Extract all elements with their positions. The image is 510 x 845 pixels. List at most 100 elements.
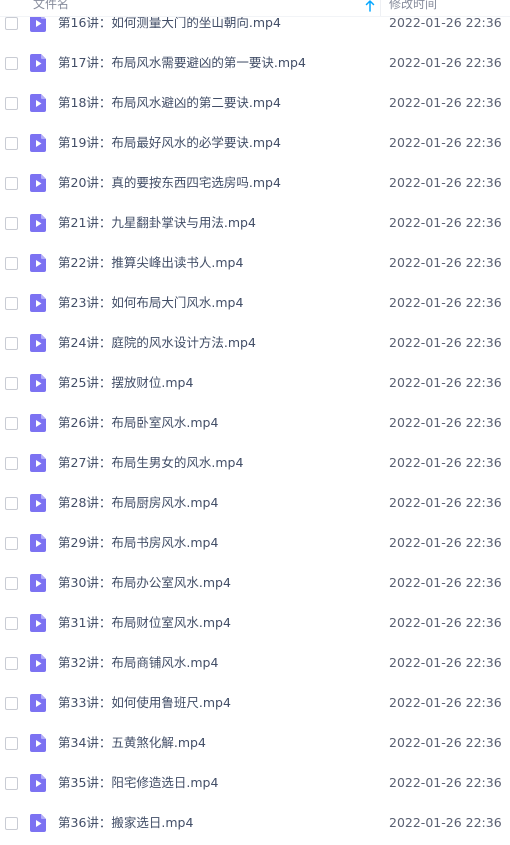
file-name[interactable]: 第33讲：如何使用鲁班尺.mp4	[58, 695, 231, 711]
file-name[interactable]: 第19讲：布局最好风水的必学要诀.mp4	[58, 135, 281, 151]
file-modified-time: 2022-01-26 22:36	[389, 535, 502, 550]
file-name[interactable]: 第20讲：真的要按东西四宅选房吗.mp4	[58, 175, 281, 191]
video-file-icon	[30, 774, 46, 792]
file-name[interactable]: 第32讲：布局商铺风水.mp4	[58, 655, 218, 671]
file-list-header: 文件名 修改时间	[0, 0, 510, 17]
file-modified-time: 2022-01-26 22:36	[389, 95, 502, 110]
file-modified-time: 2022-01-26 22:36	[389, 215, 502, 230]
file-modified-time: 2022-01-26 22:36	[389, 15, 502, 30]
row-checkbox[interactable]	[5, 537, 18, 550]
video-file-icon	[30, 134, 46, 152]
video-file-icon	[30, 54, 46, 72]
file-modified-time: 2022-01-26 22:36	[389, 455, 502, 470]
file-name[interactable]: 第21讲：九星翻卦掌诀与用法.mp4	[58, 215, 256, 231]
file-row[interactable]: 第17讲：布局风水需要避凶的第一要诀.mp4 2022-01-26 22:36	[0, 44, 510, 84]
file-row[interactable]: 第29讲：布局书房风水.mp4 2022-01-26 22:36	[0, 524, 510, 564]
video-file-icon	[30, 214, 46, 232]
column-divider[interactable]	[380, 0, 381, 16]
file-row[interactable]: 第24讲：庭院的风水设计方法.mp4 2022-01-26 22:36	[0, 324, 510, 364]
video-file-icon	[30, 94, 46, 112]
file-row[interactable]: 第31讲：布局财位室风水.mp4 2022-01-26 22:36	[0, 604, 510, 644]
file-row[interactable]: 第26讲：布局卧室风水.mp4 2022-01-26 22:36	[0, 404, 510, 444]
column-header-modified-time[interactable]: 修改时间	[389, 0, 437, 12]
row-checkbox[interactable]	[5, 57, 18, 70]
file-row[interactable]: 第34讲：五黄煞化解.mp4 2022-01-26 22:36	[0, 724, 510, 764]
file-row[interactable]: 第35讲：阳宅修造选日.mp4 2022-01-26 22:36	[0, 764, 510, 804]
file-modified-time: 2022-01-26 22:36	[389, 175, 502, 190]
file-modified-time: 2022-01-26 22:36	[389, 615, 502, 630]
file-modified-time: 2022-01-26 22:36	[389, 655, 502, 670]
column-header-name[interactable]: 文件名	[33, 0, 69, 12]
row-checkbox[interactable]	[5, 297, 18, 310]
row-checkbox[interactable]	[5, 257, 18, 270]
file-modified-time: 2022-01-26 22:36	[389, 135, 502, 150]
row-checkbox[interactable]	[5, 177, 18, 190]
row-checkbox[interactable]	[5, 577, 18, 590]
video-file-icon	[30, 494, 46, 512]
row-checkbox[interactable]	[5, 377, 18, 390]
file-modified-time: 2022-01-26 22:36	[389, 295, 502, 310]
file-modified-time: 2022-01-26 22:36	[389, 775, 502, 790]
file-row[interactable]: 第33讲：如何使用鲁班尺.mp4 2022-01-26 22:36	[0, 684, 510, 724]
video-file-icon	[30, 334, 46, 352]
row-checkbox[interactable]	[5, 17, 18, 30]
file-name[interactable]: 第26讲：布局卧室风水.mp4	[58, 415, 218, 431]
video-file-icon	[30, 654, 46, 672]
file-row[interactable]: 第32讲：布局商铺风水.mp4 2022-01-26 22:36	[0, 644, 510, 684]
row-checkbox[interactable]	[5, 697, 18, 710]
file-name[interactable]: 第22讲：推算尖峰出读书人.mp4	[58, 255, 243, 271]
file-row[interactable]: 第21讲：九星翻卦掌诀与用法.mp4 2022-01-26 22:36	[0, 204, 510, 244]
file-row[interactable]: 第22讲：推算尖峰出读书人.mp4 2022-01-26 22:36	[0, 244, 510, 284]
arrow-up-icon[interactable]	[365, 0, 375, 12]
file-name[interactable]: 第31讲：布局财位室风水.mp4	[58, 615, 231, 631]
file-name[interactable]: 第29讲：布局书房风水.mp4	[58, 535, 218, 551]
row-checkbox[interactable]	[5, 337, 18, 350]
file-name[interactable]: 第23讲：如何布局大门风水.mp4	[58, 295, 243, 311]
file-name[interactable]: 第16讲：如何测量大门的坐山朝向.mp4	[58, 15, 281, 31]
file-name[interactable]: 第17讲：布局风水需要避凶的第一要诀.mp4	[58, 55, 306, 71]
file-row[interactable]: 第36讲：搬家选日.mp4 2022-01-26 22:36	[0, 804, 510, 844]
row-checkbox[interactable]	[5, 777, 18, 790]
file-row[interactable]: 第28讲：布局厨房风水.mp4 2022-01-26 22:36	[0, 484, 510, 524]
row-checkbox[interactable]	[5, 417, 18, 430]
file-row[interactable]: 第20讲：真的要按东西四宅选房吗.mp4 2022-01-26 22:36	[0, 164, 510, 204]
file-row[interactable]: 第19讲：布局最好风水的必学要诀.mp4 2022-01-26 22:36	[0, 124, 510, 164]
file-name[interactable]: 第24讲：庭院的风水设计方法.mp4	[58, 335, 256, 351]
video-file-icon	[30, 454, 46, 472]
row-checkbox[interactable]	[5, 457, 18, 470]
video-file-icon	[30, 734, 46, 752]
file-row[interactable]: 第23讲：如何布局大门风水.mp4 2022-01-26 22:36	[0, 284, 510, 324]
file-name[interactable]: 第25讲：摆放财位.mp4	[58, 375, 193, 391]
file-name[interactable]: 第30讲：布局办公室风水.mp4	[58, 575, 231, 591]
row-checkbox[interactable]	[5, 737, 18, 750]
row-checkbox[interactable]	[5, 137, 18, 150]
file-modified-time: 2022-01-26 22:36	[389, 375, 502, 390]
video-file-icon	[30, 414, 46, 432]
row-checkbox[interactable]	[5, 617, 18, 630]
video-file-icon	[30, 374, 46, 392]
video-file-icon	[30, 694, 46, 712]
row-checkbox[interactable]	[5, 817, 18, 830]
file-modified-time: 2022-01-26 22:36	[389, 255, 502, 270]
row-checkbox[interactable]	[5, 97, 18, 110]
file-row[interactable]: 第30讲：布局办公室风水.mp4 2022-01-26 22:36	[0, 564, 510, 604]
row-checkbox[interactable]	[5, 657, 18, 670]
file-row[interactable]: 第18讲：布局风水避凶的第二要诀.mp4 2022-01-26 22:36	[0, 84, 510, 124]
file-modified-time: 2022-01-26 22:36	[389, 415, 502, 430]
video-file-icon	[30, 254, 46, 272]
file-modified-time: 2022-01-26 22:36	[389, 495, 502, 510]
file-row[interactable]: 第27讲：布局生男女的风水.mp4 2022-01-26 22:36	[0, 444, 510, 484]
file-name[interactable]: 第28讲：布局厨房风水.mp4	[58, 495, 218, 511]
file-row[interactable]: 第25讲：摆放财位.mp4 2022-01-26 22:36	[0, 364, 510, 404]
file-name[interactable]: 第18讲：布局风水避凶的第二要诀.mp4	[58, 95, 281, 111]
file-name[interactable]: 第34讲：五黄煞化解.mp4	[58, 735, 206, 751]
file-list: 第16讲：如何测量大门的坐山朝向.mp4 2022-01-26 22:36 第17讲…	[0, 4, 510, 844]
file-name[interactable]: 第35讲：阳宅修造选日.mp4	[58, 775, 218, 791]
file-name[interactable]: 第27讲：布局生男女的风水.mp4	[58, 455, 243, 471]
file-name[interactable]: 第36讲：搬家选日.mp4	[58, 815, 193, 831]
video-file-icon	[30, 294, 46, 312]
video-file-icon	[30, 534, 46, 552]
row-checkbox[interactable]	[5, 217, 18, 230]
row-checkbox[interactable]	[5, 497, 18, 510]
video-file-icon	[30, 814, 46, 832]
